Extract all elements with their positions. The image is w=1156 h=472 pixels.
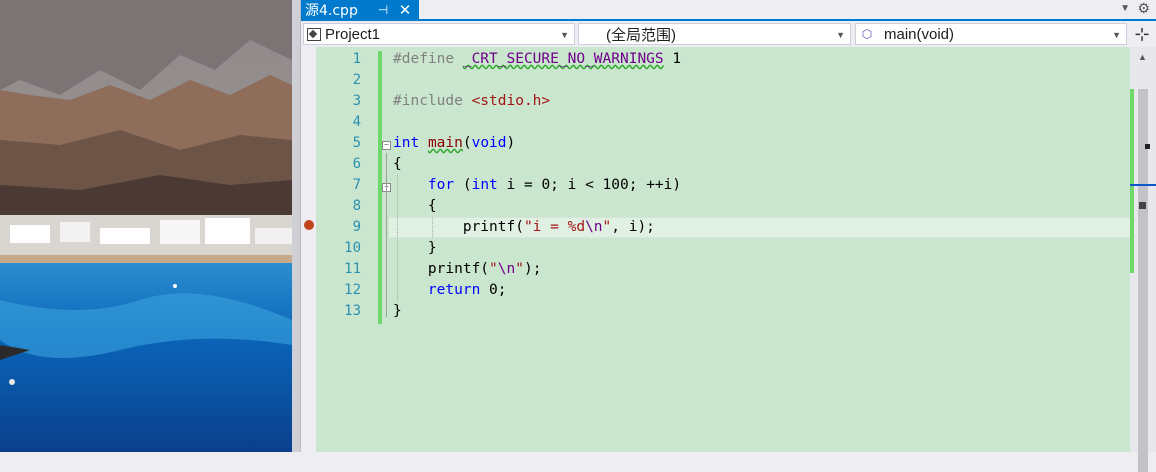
line-number: 8 [352, 198, 361, 214]
function-dropdown-value: main(void) [884, 25, 955, 43]
tab-list-dropdown-icon[interactable]: ▼ [1120, 3, 1130, 14]
wallpaper-image [0, 0, 292, 452]
string-literal: " [602, 219, 612, 235]
line-number: 11 [344, 261, 361, 277]
macro-name: _CRT_SECURE_NO_WARNINGS [462, 51, 664, 67]
code-text: } [427, 240, 437, 256]
line-number: 3 [352, 93, 361, 109]
code-line-9[interactable]: printf("i = %d\n", i); [393, 217, 655, 238]
string-literal: "i = %d [523, 219, 586, 235]
scope-dropdown[interactable]: (全局范围) ▼ [578, 23, 851, 45]
function-call: printf( [427, 261, 490, 277]
scroll-track[interactable] [1130, 67, 1156, 472]
vertical-scrollbar[interactable]: ▲ [1130, 47, 1156, 472]
scroll-up-icon[interactable]: ▲ [1138, 52, 1147, 62]
code-line-11[interactable]: printf("\n"); [393, 259, 542, 280]
string-literal: " [515, 261, 524, 277]
chevron-down-icon: ▼ [1112, 30, 1121, 40]
navigation-bar: Project1 ▼ (全局范围) ▼ ⬡ main(void) ▼ ⊹ [301, 22, 1156, 47]
line-number: 10 [344, 240, 361, 256]
scope-dropdown-value: (全局范围) [606, 26, 676, 44]
pin-icon[interactable]: ⊣ [375, 1, 391, 19]
code-line-1[interactable]: #define _CRT_SECURE_NO_WARNINGS 1 [393, 49, 681, 70]
code-line-10[interactable]: } [393, 238, 437, 259]
project-dropdown-value: Project1 [325, 25, 381, 43]
gear-icon[interactable]: ⚙ [1137, 0, 1150, 17]
line-number: 7 [352, 177, 361, 193]
code-text: , i); [611, 219, 655, 235]
macro-value: 1 [672, 51, 682, 67]
punctuation: ) [506, 135, 516, 151]
tab-source4-cpp[interactable]: 源4.cpp ⊣ ✕ [301, 0, 419, 20]
line-number: 1 [352, 51, 361, 67]
editor-left-border [292, 0, 301, 452]
line-number: 12 [344, 282, 361, 298]
close-icon[interactable]: ✕ [397, 1, 413, 19]
chevron-down-icon: ▼ [560, 30, 569, 40]
breakpoint-icon[interactable] [304, 220, 314, 230]
fold-outline-line [386, 153, 387, 317]
code-line-13[interactable]: } [393, 301, 402, 322]
punctuation: ( [462, 135, 472, 151]
code-editor-window: 源4.cpp ⊣ ✕ ▼ ⚙ Project1 ▼ (全局范围) ▼ ⬡ mai… [301, 0, 1156, 472]
keyword: for [427, 177, 455, 193]
indicator-margin[interactable] [301, 47, 316, 452]
keyword: void [471, 135, 507, 151]
chevron-down-icon: ▼ [836, 30, 845, 40]
escape-sequence: \n [497, 261, 516, 277]
escape-sequence: \n [585, 219, 603, 235]
punctuation: ( [454, 177, 472, 193]
caret-position-marker [1130, 184, 1156, 186]
scroll-marker [1139, 202, 1146, 209]
function-name: main [427, 135, 463, 151]
line-number: 6 [352, 156, 361, 172]
keyword: return [427, 282, 481, 298]
scroll-marker [1145, 144, 1150, 149]
code-text: ); [523, 261, 542, 277]
code-text-area[interactable]: 1 2 3 4 5 6 7 8 9 10 11 12 13 − − #defin… [301, 47, 1130, 452]
code-line-7[interactable]: for (int i = 0; i < 100; ++i) [393, 175, 681, 196]
include-header: <stdio.h> [471, 93, 551, 109]
tab-title: 源4.cpp [305, 3, 358, 19]
line-number: 5 [352, 135, 361, 151]
code-line-8[interactable]: { [393, 196, 437, 217]
line-number: 2 [352, 72, 361, 88]
keyword: int [471, 177, 498, 193]
tab-underline [301, 19, 1156, 21]
line-number: 4 [352, 114, 361, 130]
keyword: int [393, 135, 420, 151]
preprocessor-directive: #include [393, 93, 463, 109]
project-icon [307, 27, 321, 41]
project-dropdown[interactable]: Project1 ▼ [303, 23, 575, 45]
code-text: { [427, 198, 437, 214]
line-number: 13 [344, 303, 361, 319]
function-dropdown[interactable]: ⬡ main(void) ▼ [855, 23, 1127, 45]
code-text: 0; [480, 282, 507, 298]
code-text: i = 0; i < 100; ++i) [497, 177, 682, 193]
string-literal: " [489, 261, 498, 277]
line-number: 9 [352, 219, 361, 235]
code-line-12[interactable]: return 0; [393, 280, 507, 301]
desktop-wallpaper [0, 0, 292, 452]
scroll-change-map [1130, 89, 1134, 273]
function-cube-icon: ⬡ [861, 27, 873, 41]
code-line-6[interactable]: { [393, 154, 402, 175]
code-line-5[interactable]: int main(void) [393, 133, 515, 154]
collapse-main-icon[interactable]: − [382, 141, 391, 150]
function-call: printf( [462, 219, 524, 235]
preprocessor-directive: #define [393, 51, 455, 67]
code-line-3[interactable]: #include <stdio.h> [393, 91, 550, 112]
split-window-icon[interactable]: ⊹ [1131, 23, 1153, 45]
document-tab-strip: 源4.cpp ⊣ ✕ ▼ ⚙ [301, 0, 1156, 21]
